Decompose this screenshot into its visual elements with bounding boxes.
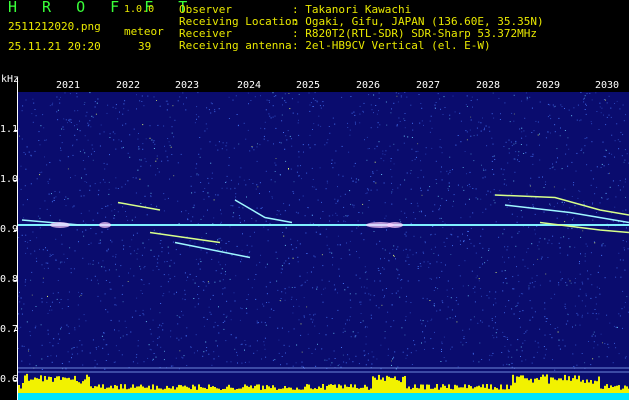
echo-blob [50, 222, 70, 228]
x-tick-label: 2024 [237, 80, 262, 91]
x-tick-label: 2025 [296, 80, 321, 91]
noise-speckle [18, 92, 629, 371]
x-tick-label: 2021 [56, 80, 81, 91]
file-name: 2511212020.png [8, 20, 101, 33]
x-tick-label: 2028 [476, 80, 501, 91]
meteor-trace [504, 204, 629, 224]
x-tick-label: 2022 [116, 80, 141, 91]
meteor-count: 39 [138, 40, 152, 53]
app-title: H R O F F T [8, 0, 196, 16]
meteor-label: meteor [124, 25, 164, 38]
echo-blob [387, 222, 403, 228]
capture-datetime: 25.11.21 20:20 [8, 40, 101, 53]
x-tick-label: 2030 [595, 80, 620, 91]
spectrogram-plot [18, 92, 629, 400]
meteor-trace [117, 201, 161, 211]
x-tick-label: 2027 [416, 80, 441, 91]
x-tick-label: 2026 [356, 80, 381, 91]
header-panel: H R O F F T 1.0.0 2511212020.png meteor … [0, 0, 629, 72]
spectrum-baseline [18, 393, 629, 400]
spectrogram-svg [18, 92, 629, 400]
meteor-trace [174, 241, 251, 259]
info-label-antenna: Receiving antenna [179, 39, 292, 52]
x-tick-label: 2023 [175, 80, 200, 91]
app-version: 1.0.0 [124, 4, 155, 15]
echo-blob [99, 222, 111, 228]
info-value-antenna: : 2el-HB9CV Vertical (el. E-W) [292, 39, 491, 52]
x-tick-label: 2029 [536, 80, 561, 91]
